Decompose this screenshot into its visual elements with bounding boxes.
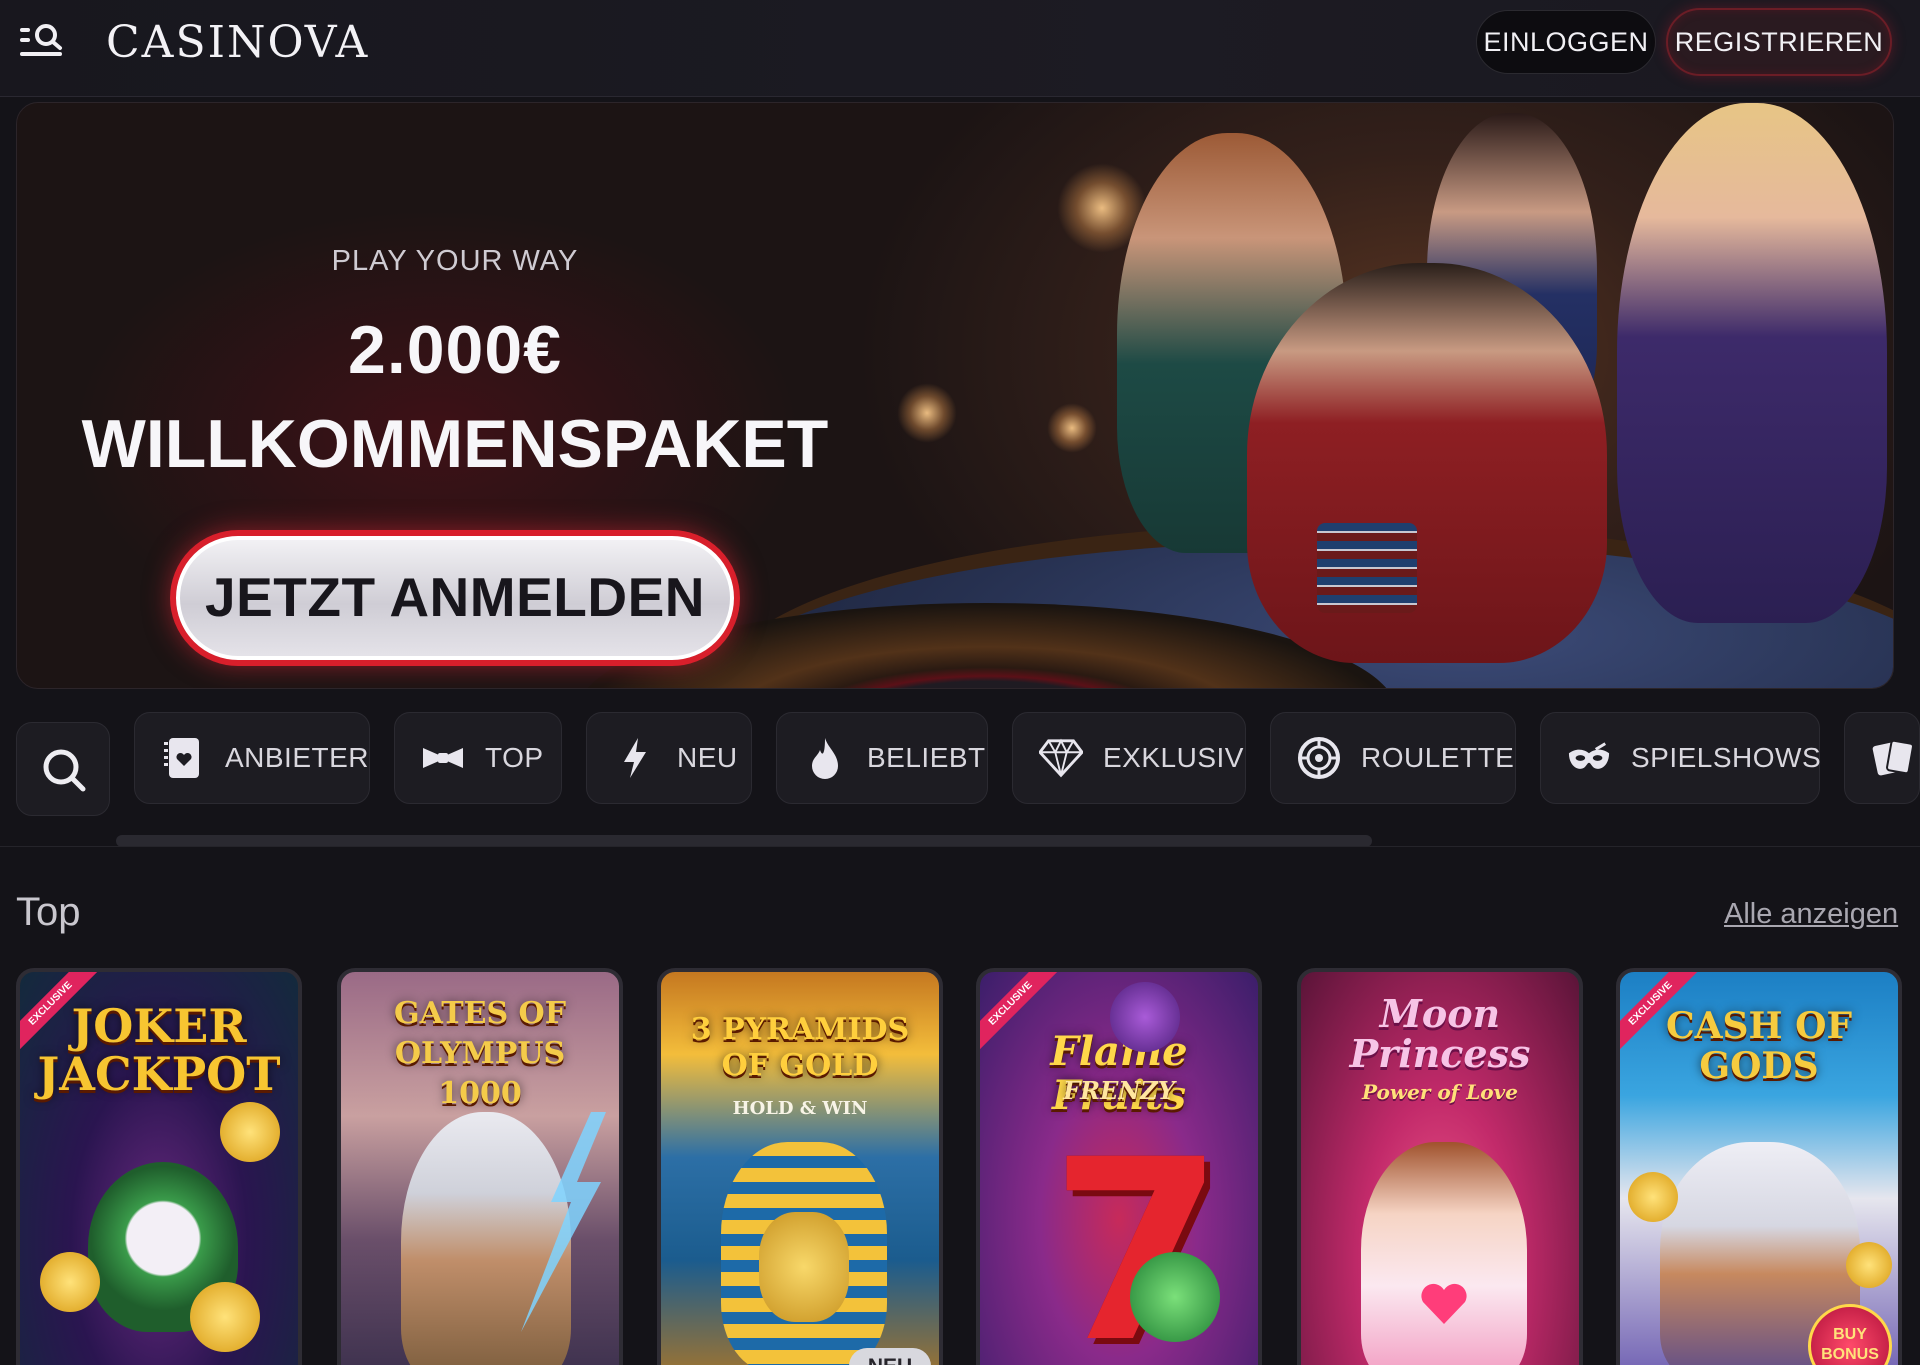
game-title: Moon Princess [1349,991,1531,1076]
signup-cta-button[interactable]: JETZT ANMELDEN [170,530,740,666]
woman-purple-dress-image [1617,103,1887,623]
game-title: CASH OF GODS [1665,1005,1853,1087]
top-header: CASINOVA EINLOGGEN REGISTRIEREN [0,0,1920,97]
game-card-pyramids-of-gold[interactable]: 3 PYRAMIDS OF GOLD HOLD & WIN NEU [657,968,943,1365]
flame-icon [803,736,847,780]
provider-card-icon [161,736,205,780]
category-anbieter[interactable]: ANBIETER [134,712,370,804]
watermelon-image [1130,1252,1220,1342]
section-title: Top [16,890,81,934]
game-card-moon-princess[interactable]: Moon Princess Power of Love [1297,968,1583,1365]
lamp-light [1047,403,1097,453]
category-label: ANBIETER [224,742,369,773]
gold-coin-image [40,1252,100,1312]
category-label: NEU [677,742,738,773]
search-icon [43,749,86,792]
gold-coin-image [1846,1242,1892,1288]
login-button[interactable]: EINLOGGEN [1476,10,1656,74]
game-subtitle: FRENZY [1063,1076,1175,1105]
hero-eyebrow: PLAY YOUR WAY [331,245,579,277]
grapes-image [1110,982,1180,1052]
gold-coin-image [220,1102,280,1162]
lamp-light [897,383,957,443]
hero-headline: WILLKOMMENSPAKET [81,406,829,482]
category-top[interactable]: TOP [394,712,562,804]
category-label: EXKLUSIV [1103,742,1244,773]
category-label: TOP [485,742,544,773]
search-button[interactable] [16,722,110,816]
game-title: GATES OF OLYMPUS 1000 [394,996,566,1111]
game-title: 3 PYRAMIDS OF GOLD [690,1012,910,1083]
game-card-gates-of-olympus[interactable]: GATES OF OLYMPUS 1000 [337,968,623,1365]
category-neu[interactable]: NEU [586,712,752,804]
bowtie-icon [421,736,465,780]
logo-text: CASINOVA [106,17,370,68]
roulette-icon [1297,736,1341,780]
game-card-flame-fruits[interactable]: EXCLUSIVE Flame Fruits FRENZY 7 [976,968,1262,1365]
section-divider [0,846,1920,847]
category-label: ROULETTE [1361,742,1515,773]
diamond-icon [1039,736,1083,780]
game-card-joker-jackpot[interactable]: EXCLUSIVE JOKER JACKPOT [16,968,302,1365]
category-label: SPIELSHOWS [1631,742,1822,773]
register-button[interactable]: REGISTRIEREN [1666,8,1892,76]
category-label: BELIEBT [867,742,986,773]
category-beliebt[interactable]: BELIEBT [776,712,988,804]
game-title: JOKER JACKPOT [37,999,281,1101]
heart-icon [1419,1282,1469,1326]
playing-cards-icon [1871,736,1915,780]
see-all-link[interactable]: Alle anzeigen [1724,898,1898,931]
pharaoh-face-image [759,1212,849,1322]
lightning-icon [613,736,657,780]
hero-amount: 2.000€ [348,312,562,388]
casinova-logo[interactable]: CASINOVA [106,18,369,68]
category-exklusiv[interactable]: EXKLUSIV [1012,712,1246,804]
hero-banner[interactable]: PLAY YOUR WAY 2.000€ WILLKOMMENSPAKET JE… [16,102,1894,689]
game-subtitle: HOLD & WIN [732,1098,868,1119]
game-card-cash-of-gods[interactable]: EXCLUSIVE CASH OF GODS BUY BONUS [1616,968,1902,1365]
princess-character-image [1361,1142,1527,1365]
lightning-bolt-image [521,1112,606,1332]
category-cards[interactable] [1844,712,1920,804]
game-subtitle: Power of Love [1362,1080,1518,1104]
new-badge: NEU [849,1348,931,1365]
mask-icon [1567,736,1611,780]
gold-coin-image [190,1282,260,1352]
man-red-suit-image [1247,263,1607,663]
menu-search-icon[interactable] [18,22,66,62]
chip-stack-image [1317,523,1417,613]
category-roulette[interactable]: ROULETTE [1270,712,1516,804]
category-spielshows[interactable]: SPIELSHOWS [1540,712,1822,804]
gold-coin-image [1628,1172,1678,1222]
